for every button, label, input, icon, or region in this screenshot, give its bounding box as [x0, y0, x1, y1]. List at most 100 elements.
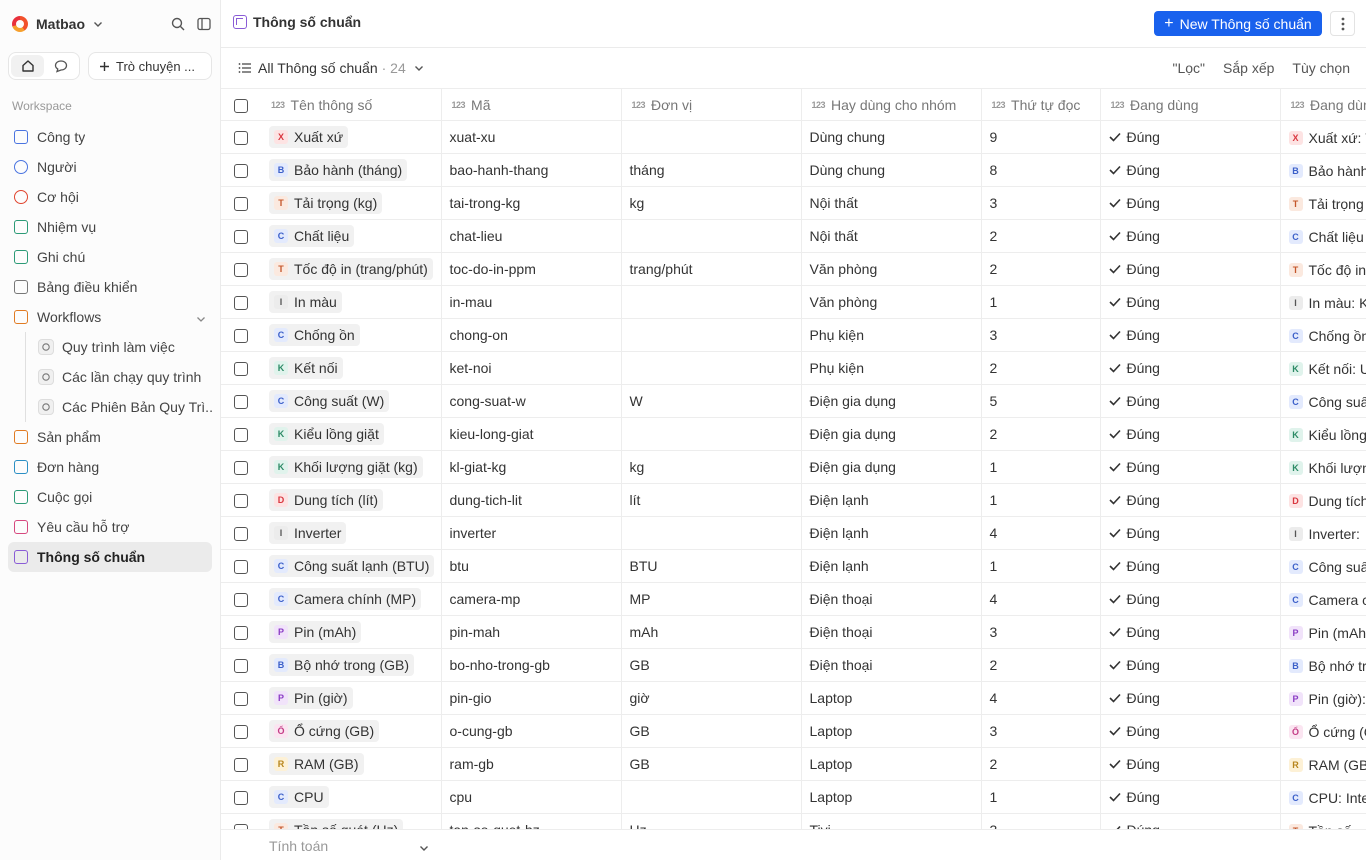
- group-cell[interactable]: Dùng chung: [801, 120, 982, 154]
- group-cell[interactable]: Điện lạnh: [801, 483, 982, 517]
- chevron-down-icon[interactable]: [93, 16, 103, 32]
- sidebar-item[interactable]: Các lần chạy quy trình: [8, 362, 212, 392]
- unit-cell[interactable]: Hz: [621, 813, 802, 829]
- order-cell[interactable]: 5: [981, 384, 1101, 418]
- table-row[interactable]: TTần số quét (Hz) tan-so-quet-hzHzTivi3 Đú…: [221, 813, 1366, 829]
- name-cell[interactable]: TTần số quét (Hz): [261, 813, 442, 829]
- record-chip[interactable]: C Chất liệu: [269, 225, 355, 247]
- code-cell[interactable]: o-cung-gb: [441, 714, 622, 748]
- row-checkbox[interactable]: [234, 131, 248, 146]
- column-header[interactable]: 123 Tên thông số: [261, 88, 442, 121]
- column-header[interactable]: 123 Đơn vị: [621, 88, 802, 121]
- relation-cell[interactable]: I Inverter:: [1280, 516, 1366, 550]
- code-cell[interactable]: kieu-long-giat: [441, 417, 622, 451]
- order-cell[interactable]: 4: [981, 582, 1101, 616]
- order-cell[interactable]: 4: [981, 516, 1101, 550]
- relation-cell[interactable]: C Camera c: [1280, 582, 1366, 616]
- code-cell[interactable]: btu: [441, 549, 622, 583]
- row-checkbox[interactable]: [234, 428, 248, 443]
- relation-cell[interactable]: T Tải trọng (kg): [1280, 186, 1366, 220]
- unit-cell[interactable]: lít: [621, 483, 802, 517]
- row-checkbox[interactable]: [234, 758, 248, 773]
- record-chip[interactable]: K Kết nối: [269, 357, 343, 379]
- group-cell[interactable]: Điện gia dụng: [801, 384, 982, 418]
- group-cell[interactable]: Điện gia dụng: [801, 417, 982, 451]
- relation-cell[interactable]: C Chống ồn: [1280, 318, 1366, 352]
- order-cell[interactable]: 2: [981, 219, 1101, 253]
- code-cell[interactable]: bo-nho-trong-gb: [441, 648, 622, 682]
- name-cell[interactable]: C CPU: [261, 780, 442, 814]
- column-header[interactable]: 123 Đang dùng: [1280, 88, 1366, 121]
- table-row[interactable]: C Công suất (W) cong-suat-w W Điện gia dụng 5…: [221, 384, 1366, 418]
- record-chip[interactable]: B Bảo hành (tháng): [269, 159, 408, 181]
- code-cell[interactable]: dung-tich-lit: [441, 483, 622, 517]
- group-cell[interactable]: Điện lạnh: [801, 549, 982, 583]
- code-cell[interactable]: pin-gio: [441, 681, 622, 715]
- unit-cell[interactable]: GB: [621, 714, 802, 748]
- name-cell[interactable]: C Camera chính (MP): [261, 582, 442, 616]
- search-icon[interactable]: [170, 16, 186, 32]
- relation-cell[interactable]: K Kết nối: USB: [1280, 351, 1366, 385]
- group-cell[interactable]: Phụ kiện: [801, 318, 982, 352]
- row-checkbox[interactable]: [234, 362, 248, 377]
- record-chip[interactable]: P Pin (giờ): [269, 687, 353, 709]
- row-checkbox[interactable]: [234, 164, 248, 179]
- order-cell[interactable]: 3: [981, 813, 1101, 829]
- group-cell[interactable]: Điện lạnh: [801, 516, 982, 550]
- record-chip[interactable]: C Camera chính (MP): [269, 588, 422, 610]
- name-cell[interactable]: I Inverter: [261, 516, 442, 550]
- record-chip[interactable]: Ổ Ổ cứng (GB): [269, 720, 380, 742]
- active-cell[interactable]: Đúng: [1100, 747, 1281, 781]
- order-cell[interactable]: 3: [981, 186, 1101, 220]
- unit-cell[interactable]: GB: [621, 648, 802, 682]
- record-chip[interactable]: C Công suất (W): [269, 390, 390, 412]
- group-cell[interactable]: Điện thoại: [801, 582, 982, 616]
- unit-cell[interactable]: tháng: [621, 153, 802, 187]
- row-checkbox[interactable]: [234, 791, 248, 806]
- new-chat-button[interactable]: Trò chuyện ...: [88, 52, 212, 80]
- name-cell[interactable]: P Pin (giờ): [261, 681, 442, 715]
- active-cell[interactable]: Đúng: [1100, 549, 1281, 583]
- name-cell[interactable]: B Bộ nhớ trong (GB): [261, 648, 442, 682]
- code-cell[interactable]: xuat-xu: [441, 120, 622, 154]
- active-cell[interactable]: Đúng: [1100, 186, 1281, 220]
- record-chip[interactable]: D Dung tích (lít): [269, 489, 384, 511]
- unit-cell[interactable]: [621, 318, 802, 352]
- more-options-button[interactable]: [1330, 11, 1355, 36]
- home-tab[interactable]: [11, 55, 44, 77]
- unit-cell[interactable]: GB: [621, 747, 802, 781]
- sidebar-item[interactable]: Ghi chú: [8, 242, 212, 272]
- active-cell[interactable]: Đúng: [1100, 417, 1281, 451]
- table-row[interactable]: I Inverter inverter Điện lạnh 4 Đúng I Inverter…: [221, 516, 1366, 550]
- order-cell[interactable]: 2: [981, 351, 1101, 385]
- code-cell[interactable]: tai-trong-kg: [441, 186, 622, 220]
- code-cell[interactable]: bao-hanh-thang: [441, 153, 622, 187]
- sidebar-item[interactable]: Công ty: [8, 122, 212, 152]
- table-row[interactable]: R RAM (GB) ram-gb GB Laptop 2 Đúng R RAM (GB: [221, 747, 1366, 781]
- order-cell[interactable]: 1: [981, 780, 1101, 814]
- chevron-down-icon[interactable]: [419, 840, 429, 856]
- active-cell[interactable]: Đúng: [1100, 219, 1281, 253]
- row-checkbox[interactable]: [234, 560, 248, 575]
- row-checkbox[interactable]: [234, 329, 248, 344]
- row-checkbox[interactable]: [234, 263, 248, 278]
- row-checkbox[interactable]: [234, 461, 248, 476]
- name-cell[interactable]: K Kiểu lồng giặt: [261, 417, 442, 451]
- name-cell[interactable]: C Chất liệu: [261, 219, 442, 253]
- active-cell[interactable]: Đúng: [1100, 813, 1281, 829]
- name-cell[interactable]: P Pin (mAh): [261, 615, 442, 649]
- code-cell[interactable]: camera-mp: [441, 582, 622, 616]
- active-cell[interactable]: Đúng: [1100, 681, 1281, 715]
- name-cell[interactable]: I In màu: [261, 285, 442, 319]
- code-cell[interactable]: pin-mah: [441, 615, 622, 649]
- unit-cell[interactable]: [621, 351, 802, 385]
- order-cell[interactable]: 9: [981, 120, 1101, 154]
- sidebar-item[interactable]: Workflows: [8, 302, 212, 332]
- unit-cell[interactable]: [621, 285, 802, 319]
- sidebar-item[interactable]: Thông số chuẩn: [8, 542, 212, 572]
- table-row[interactable]: C Chống ồn chong-on Phụ kiện 3 Đúng C Chống ồn: [221, 318, 1366, 352]
- active-cell[interactable]: Đúng: [1100, 516, 1281, 550]
- active-cell[interactable]: Đúng: [1100, 450, 1281, 484]
- sort-button[interactable]: Sắp xếp: [1223, 60, 1274, 76]
- group-cell[interactable]: Laptop: [801, 714, 982, 748]
